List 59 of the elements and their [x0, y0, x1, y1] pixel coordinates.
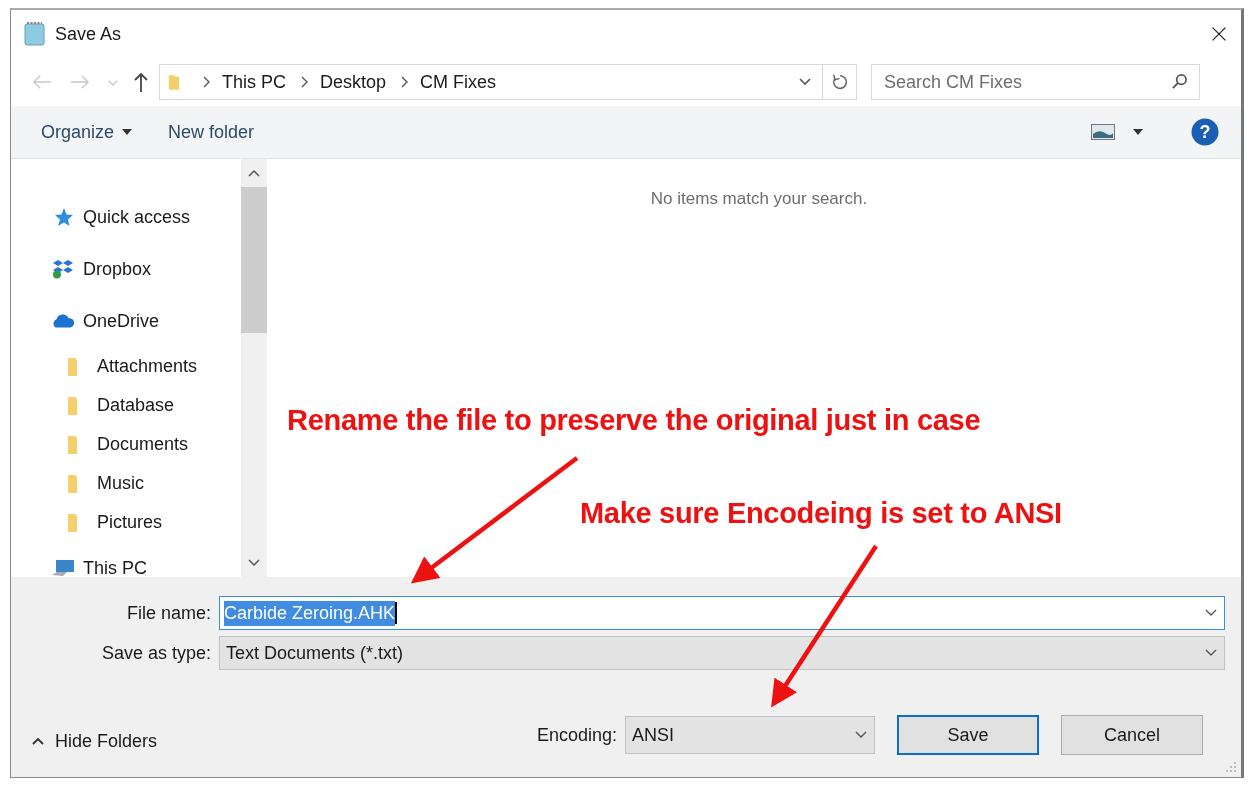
chevron-right-icon — [202, 76, 210, 88]
sidebar-item[interactable]: OneDrive — [83, 310, 160, 332]
folder-icon — [168, 72, 180, 92]
sidebar-item[interactable]: Quick access — [83, 206, 191, 228]
sidebar-item[interactable]: Dropbox — [83, 258, 152, 280]
scroll-down-icon[interactable] — [248, 559, 260, 567]
chevron-down-icon[interactable] — [798, 77, 812, 87]
scrollbar[interactable] — [241, 159, 267, 577]
search-field[interactable]: Search CM Fixes — [871, 64, 1200, 100]
file-name-label: File name: — [125, 602, 212, 624]
sidebar-item[interactable]: Pictures — [97, 512, 163, 533]
hide-folders-button[interactable]: Hide Folders — [11, 730, 158, 752]
dialog-button[interactable]: Save — [897, 715, 1039, 755]
sidebar-item[interactable]: Documents — [97, 434, 189, 455]
chevron-down-icon — [1204, 648, 1218, 658]
refresh-button[interactable] — [823, 64, 857, 100]
help-icon[interactable]: ? — [1191, 118, 1219, 146]
folder-icon — [67, 434, 79, 455]
encoding-label: Encoding: — [536, 724, 617, 746]
sidebar-item[interactable]: Database — [97, 395, 175, 416]
folder-icon — [67, 512, 79, 533]
scrollbar-thumb[interactable] — [241, 187, 267, 333]
window-title: Save As — [55, 23, 122, 45]
notepad-icon — [23, 21, 47, 47]
search-icon — [1171, 73, 1188, 90]
resize-grip-icon[interactable] — [1225, 761, 1237, 773]
chevron-right-icon — [400, 76, 409, 88]
encoding-dropdown[interactable]: ANSI — [625, 716, 875, 754]
organize-menu[interactable]: Organize — [31, 117, 143, 147]
address-bar[interactable]: This PC Desktop CM Fixes — [159, 64, 823, 100]
breadcrumb[interactable]: CM Fixes — [420, 71, 497, 93]
file-type-label: Save as type: — [100, 642, 212, 664]
annotation-text: Make sure Encodeing is set to ANSI — [580, 497, 1062, 530]
folder-icon — [67, 395, 79, 416]
folder-icon — [67, 356, 79, 377]
new-folder-button[interactable]: New folder — [158, 117, 265, 147]
scroll-up-icon[interactable] — [248, 169, 260, 177]
file-type-dropdown[interactable]: Text Documents (*.txt) — [219, 636, 1225, 670]
chevron-right-icon — [300, 76, 308, 88]
sidebar-item[interactable]: Attachments — [97, 356, 198, 377]
sidebar-item[interactable]: Music — [97, 473, 144, 494]
chevron-down-icon — [854, 730, 868, 740]
chevron-up-icon — [31, 736, 45, 746]
sidebar-item[interactable]: This PC — [83, 557, 147, 579]
dialog-button[interactable]: Cancel — [1061, 715, 1203, 755]
empty-message: No items match your search. — [650, 189, 868, 210]
breadcrumb[interactable]: This PC — [222, 71, 286, 93]
view-options-icon[interactable] — [1091, 124, 1115, 140]
breadcrumb[interactable]: Desktop — [320, 71, 387, 93]
close-icon[interactable] — [1211, 26, 1227, 42]
computer-icon — [51, 558, 75, 578]
dropbox-icon — [51, 259, 75, 279]
refresh-icon — [830, 73, 849, 91]
chevron-down-icon[interactable] — [1204, 608, 1218, 618]
folder-icon — [67, 473, 79, 494]
up-arrow-icon[interactable] — [133, 71, 149, 93]
annotation-text: Rename the file to preserve the original just in case — [287, 404, 981, 437]
dropdown-caret-icon[interactable] — [1133, 129, 1143, 135]
dropdown-caret-icon — [122, 129, 133, 135]
